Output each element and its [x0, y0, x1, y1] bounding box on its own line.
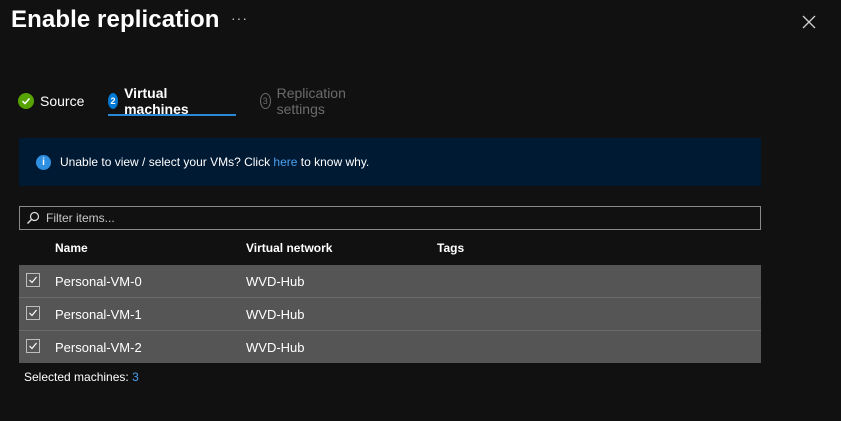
vm-virtual-network: WVD-Hub [246, 274, 305, 289]
filter-input[interactable] [44, 210, 748, 226]
row-checkbox[interactable] [26, 273, 40, 287]
step-virtual-machines[interactable]: 2 Virtual machines [108, 85, 195, 117]
active-step-indicator [108, 114, 236, 116]
row-checkbox[interactable] [26, 339, 40, 353]
row-checkbox[interactable] [26, 306, 40, 320]
more-options-button[interactable]: ··· [231, 10, 248, 26]
column-header-virtual-network[interactable]: Virtual network [246, 241, 332, 255]
step-source-label: Source [40, 93, 85, 109]
table-header: Name Virtual network Tags [19, 236, 761, 262]
selected-machines-summary: Selected machines: 3 [24, 370, 139, 384]
vm-virtual-network: WVD-Hub [246, 307, 305, 322]
info-text-before: Unable to view / select your VMs? Click [60, 155, 274, 169]
info-banner: i Unable to view / select your VMs? Clic… [19, 138, 761, 186]
selected-machines-count[interactable]: 3 [132, 370, 139, 384]
checkmark-icon [29, 276, 37, 284]
table-row[interactable]: Personal-VM-1 WVD-Hub [19, 298, 761, 331]
table-row[interactable]: Personal-VM-0 WVD-Hub [19, 265, 761, 298]
vm-name: Personal-VM-0 [55, 274, 142, 289]
step-source[interactable]: Source [18, 90, 84, 112]
column-header-tags[interactable]: Tags [437, 241, 464, 255]
page-title: Enable replication [11, 6, 220, 33]
step-number-badge: 3 [260, 93, 271, 109]
step-number-badge: 2 [108, 93, 119, 109]
search-icon [27, 211, 40, 224]
info-icon: i [36, 154, 51, 170]
checkmark-icon [29, 309, 37, 317]
table-row[interactable]: Personal-VM-2 WVD-Hub [19, 331, 761, 363]
close-button[interactable] [801, 14, 817, 30]
selected-machines-label: Selected machines: [24, 370, 133, 384]
column-header-name[interactable]: Name [55, 241, 88, 255]
checkmark-icon [29, 342, 37, 350]
vm-name: Personal-VM-1 [55, 307, 142, 322]
info-text-after: to know why. [297, 155, 370, 169]
vm-name: Personal-VM-2 [55, 340, 142, 355]
vm-table-body: Personal-VM-0 WVD-Hub Personal-VM-1 WVD-… [19, 265, 761, 363]
step-replication-settings-label: Replication settings [276, 85, 346, 117]
close-icon [802, 15, 816, 29]
step-virtual-machines-label: Virtual machines [124, 85, 189, 117]
checkmark-circle-icon [18, 93, 34, 109]
info-link[interactable]: here [273, 155, 297, 169]
vm-virtual-network: WVD-Hub [246, 340, 305, 355]
filter-box [19, 206, 761, 230]
info-text: Unable to view / select your VMs? Click … [60, 155, 369, 169]
step-replication-settings: 3 Replication settings [260, 85, 351, 117]
